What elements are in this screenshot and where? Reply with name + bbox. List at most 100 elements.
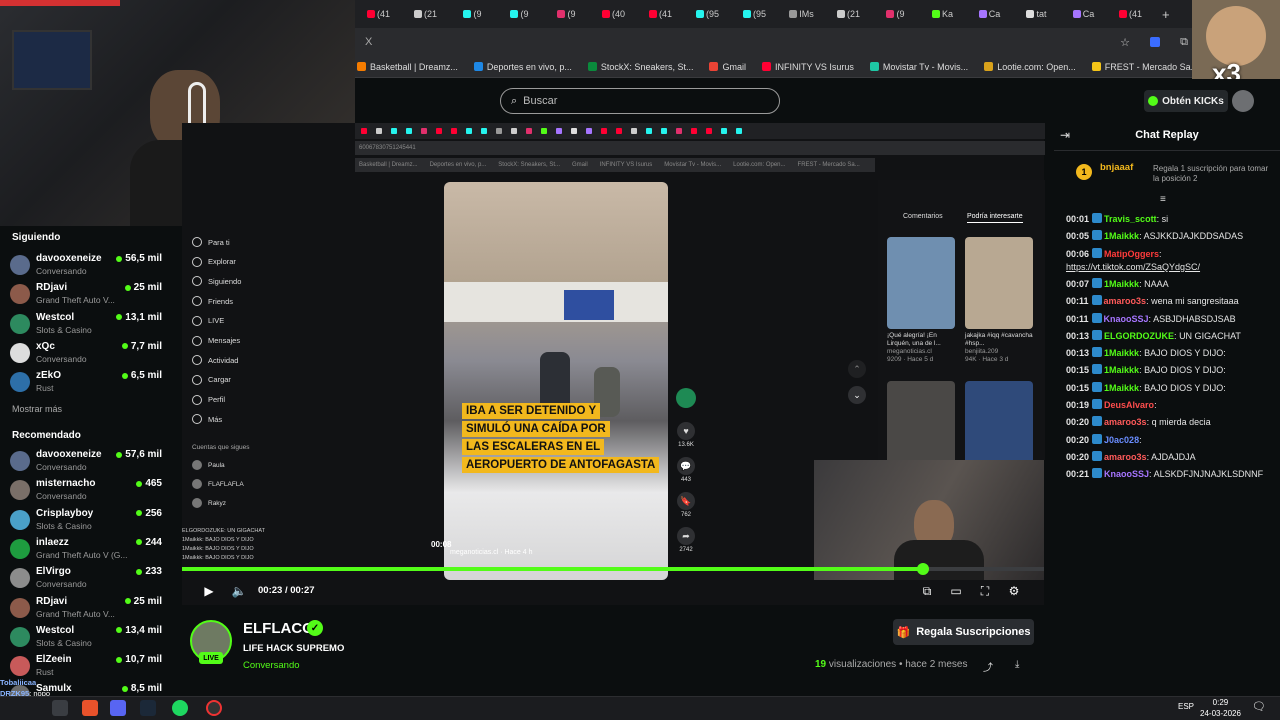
bookmark-item[interactable]: Deportes en vivo, p... xyxy=(473,62,572,72)
channel-item[interactable]: zEkO Rust 6,5 mil xyxy=(10,369,162,395)
pip-icon[interactable]: ⧉ xyxy=(918,582,936,600)
share-action[interactable]: ➦ 2742 xyxy=(676,527,696,553)
like-action[interactable]: ♥ 13.6K xyxy=(676,422,696,448)
stream-category[interactable]: Conversando xyxy=(243,660,300,671)
tiktok-nav-item[interactable]: Más xyxy=(192,411,312,427)
channel-item[interactable]: RDjavi Grand Theft Auto V... 25 mil xyxy=(10,281,162,307)
chat-username[interactable]: 1Maikkk xyxy=(1104,365,1139,375)
taskbar-app-icon[interactable] xyxy=(110,700,126,716)
get-kicks-button[interactable]: Obtén KICKs xyxy=(1144,90,1228,112)
chat-username[interactable]: 1Maikkk xyxy=(1104,279,1139,289)
browser-tab[interactable]: (40 xyxy=(590,3,637,25)
tiktok-nav-item[interactable]: Actividad xyxy=(192,352,312,368)
prev-video-button[interactable]: ⌃ xyxy=(848,360,866,378)
bookmark-item[interactable]: Movistar Tv - Movis... xyxy=(869,62,968,72)
address-bar[interactable]: X ☆ ⧉ xyxy=(355,28,1280,56)
bookmark-star-icon[interactable]: ☆ xyxy=(1120,36,1130,49)
expand-pinned-icon[interactable]: ≡ xyxy=(1160,194,1166,205)
browser-tab[interactable]: (9 xyxy=(449,3,496,25)
creator-avatar[interactable] xyxy=(676,388,696,408)
tiktok-nav-item[interactable]: Para ti xyxy=(192,234,312,250)
browser-tab[interactable]: IMs xyxy=(778,3,825,25)
fullscreen-icon[interactable]: ⛶ xyxy=(976,582,994,600)
streamer-name[interactable]: ELFLACO xyxy=(243,620,314,637)
chat-username[interactable]: J0ac028 xyxy=(1104,435,1139,445)
browser-tab[interactable]: (41 xyxy=(1107,3,1154,25)
channel-item[interactable]: xQc Conversando 7,7 mil xyxy=(10,340,162,366)
browser-tab[interactable]: Ka xyxy=(919,3,966,25)
chat-username[interactable]: MatipOggers xyxy=(1104,249,1159,259)
tiktok-nav-item[interactable]: Siguiendo xyxy=(192,273,312,289)
recommended-video-thumb[interactable] xyxy=(887,237,955,329)
chat-username[interactable]: 1Maikkk xyxy=(1104,348,1139,358)
tiktok-nav-item[interactable]: Cargar xyxy=(192,372,312,388)
chat-username[interactable]: amaroo3s xyxy=(1104,296,1147,306)
bookmark-item[interactable]: Basketball | Dreamz... xyxy=(357,62,458,72)
browser-tab[interactable]: (9 xyxy=(496,3,543,25)
new-tab-icon[interactable]: + xyxy=(1162,7,1170,22)
bookmark-action[interactable]: 🔖 762 xyxy=(676,492,696,518)
notification-icon[interactable]: 🗨 xyxy=(1252,700,1266,713)
tiktok-nav-item[interactable]: Perfil xyxy=(192,392,312,408)
tiktok-nav-item[interactable]: LIVE xyxy=(192,313,312,329)
tiktok-video[interactable] xyxy=(444,182,668,580)
download-icon[interactable]: ⤓ xyxy=(1015,659,1027,671)
channel-item[interactable]: Crisplayboy Slots & Casino 256 xyxy=(10,507,162,533)
channel-item[interactable]: Westcol Slots & Casino 13,4 mil xyxy=(10,624,162,650)
channel-item[interactable]: Westcol Slots & Casino 13,1 mil xyxy=(10,311,162,337)
theater-icon[interactable]: ▭ xyxy=(947,582,965,600)
chat-username[interactable]: Travis_scott xyxy=(1104,214,1157,224)
recommended-video-thumb[interactable] xyxy=(965,237,1033,329)
tiktok-nav-item[interactable]: Friends xyxy=(192,293,312,309)
share-icon[interactable]: ⤴ xyxy=(983,659,995,674)
browser-tab[interactable]: (41 xyxy=(355,3,402,25)
language-indicator[interactable]: ESP xyxy=(1178,702,1194,711)
tab-recommended[interactable]: Podría interesarte xyxy=(967,213,1023,223)
channel-item[interactable]: davooxeneize Conversando 57,6 mil xyxy=(10,448,162,474)
chat-username[interactable]: KnaooSSJ xyxy=(1104,314,1149,324)
chat-username[interactable]: ELGORDOZUKE xyxy=(1104,331,1174,341)
chat-username[interactable]: 1Maikkk xyxy=(1104,231,1139,241)
browser-tab[interactable]: (95 xyxy=(684,3,731,25)
bookmark-item[interactable]: FREST - Mercado Sa... xyxy=(1091,62,1198,72)
spotify-icon[interactable] xyxy=(172,700,188,716)
obs-icon[interactable] xyxy=(206,700,222,716)
tab-comments[interactable]: Comentarios xyxy=(903,213,943,220)
browser-tab[interactable]: tat xyxy=(1013,3,1060,25)
chat-link[interactable]: https://vt.tiktok.com/ZSaQYdgSC/ xyxy=(1066,262,1200,272)
taskbar-app-icon[interactable] xyxy=(82,700,98,716)
channel-item[interactable]: inlaezz Grand Theft Auto V (G... 244 xyxy=(10,536,162,562)
followed-account[interactable]: Rakyz xyxy=(192,495,312,511)
settings-icon[interactable]: ⚙ xyxy=(1005,582,1023,600)
browser-tab[interactable]: (21 xyxy=(402,3,449,25)
puzzle-icon[interactable]: ⧉ xyxy=(1180,36,1188,49)
chat-username[interactable]: amaroo3s xyxy=(1104,417,1147,427)
tiktok-nav-item[interactable]: Explorar xyxy=(192,254,312,270)
extension-icon[interactable] xyxy=(1150,37,1160,47)
browser-tab[interactable]: (95 xyxy=(731,3,778,25)
browser-tab[interactable]: (41 xyxy=(637,3,684,25)
comment-action[interactable]: 💬 443 xyxy=(676,457,696,483)
search-input[interactable]: ⌕ Buscar xyxy=(500,88,780,114)
play-icon[interactable]: ▶ xyxy=(200,582,218,600)
clock[interactable]: 0:29 24-03-2026 xyxy=(1200,697,1241,719)
browser-tab[interactable]: Ca xyxy=(1060,3,1107,25)
bookmark-item[interactable]: Gmail xyxy=(709,62,746,72)
chat-username[interactable]: DeusAlvaro xyxy=(1104,400,1154,410)
browser-tab[interactable]: (9 xyxy=(872,3,919,25)
taskbar-app-icon[interactable] xyxy=(52,700,68,716)
channel-item[interactable]: ElZeein Rust 10,7 mil xyxy=(10,653,162,679)
chat-username[interactable]: KnaooSSJ xyxy=(1104,469,1149,479)
volume-icon[interactable]: 🔈 xyxy=(230,582,248,600)
bookmark-item[interactable]: StockX: Sneakers, St... xyxy=(587,62,693,72)
steam-icon[interactable] xyxy=(140,700,156,716)
browser-tab[interactable]: Ca xyxy=(966,3,1013,25)
chat-username[interactable]: 1Maikkk xyxy=(1104,383,1139,393)
bookmark-item[interactable]: INFINITY VS Isurus xyxy=(761,62,854,72)
channel-item[interactable]: davooxeneize Conversando 56,5 mil xyxy=(10,252,162,278)
user-avatar[interactable] xyxy=(1232,90,1254,112)
channel-item[interactable]: misternacho Conversando 465 xyxy=(10,477,162,503)
bookmark-item[interactable]: Lootie.com: Open... xyxy=(984,62,1076,72)
show-more-link[interactable]: Mostrar más xyxy=(12,404,62,414)
channel-item[interactable]: ElVirgo Conversando 233 xyxy=(10,565,162,591)
